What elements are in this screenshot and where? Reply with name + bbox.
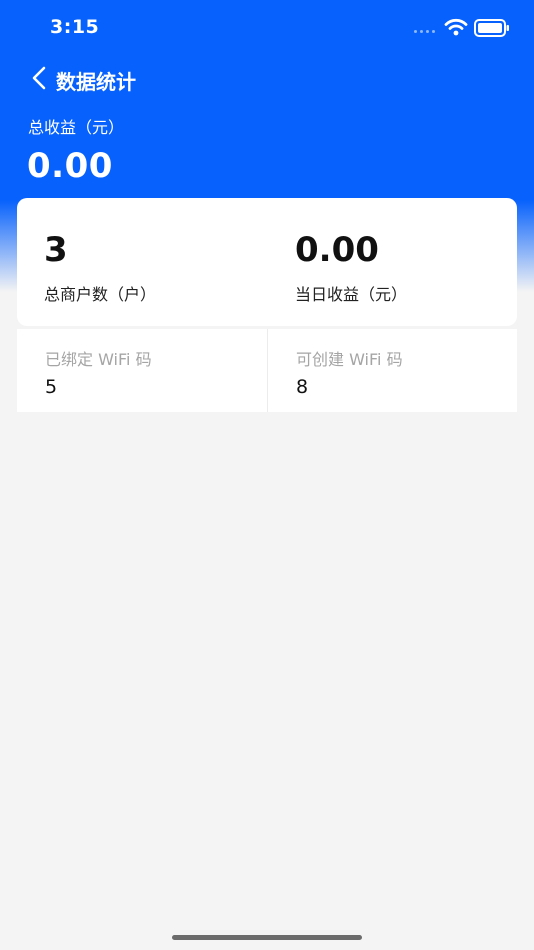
creatable-wifi-code-cell: 可创建 WiFi 码 8 — [267, 329, 518, 412]
total-income-value: 0.00 — [27, 146, 113, 186]
bound-wifi-code-cell: 已绑定 WiFi 码 5 — [17, 329, 267, 412]
page-title: 数据统计 — [56, 70, 136, 94]
stats-card: 3 总商户数（户） 0.00 当日收益（元） — [17, 198, 517, 326]
cellular-signal-icon — [414, 30, 438, 34]
navigation-bar: 数据统计 — [0, 56, 534, 102]
bound-wifi-code-label: 已绑定 WiFi 码 — [45, 350, 152, 369]
merchant-count-value: 3 — [44, 230, 68, 270]
creatable-wifi-code-value: 8 — [296, 376, 309, 398]
wifi-icon — [444, 18, 468, 40]
creatable-wifi-code-label: 可创建 WiFi 码 — [296, 350, 403, 369]
total-income-label: 总收益（元） — [28, 118, 125, 137]
chevron-left-icon[interactable] — [30, 66, 48, 90]
today-income-value: 0.00 — [295, 230, 379, 270]
wifi-code-card: 已绑定 WiFi 码 5 可创建 WiFi 码 8 — [17, 329, 517, 412]
merchant-count-label: 总商户数（户） — [44, 285, 157, 304]
battery-icon — [474, 19, 510, 41]
status-bar: 3:15 — [0, 0, 534, 56]
status-time: 3:15 — [50, 16, 100, 38]
bound-wifi-code-value: 5 — [45, 376, 58, 398]
home-indicator[interactable] — [172, 935, 362, 940]
today-income-label: 当日收益（元） — [295, 285, 408, 304]
